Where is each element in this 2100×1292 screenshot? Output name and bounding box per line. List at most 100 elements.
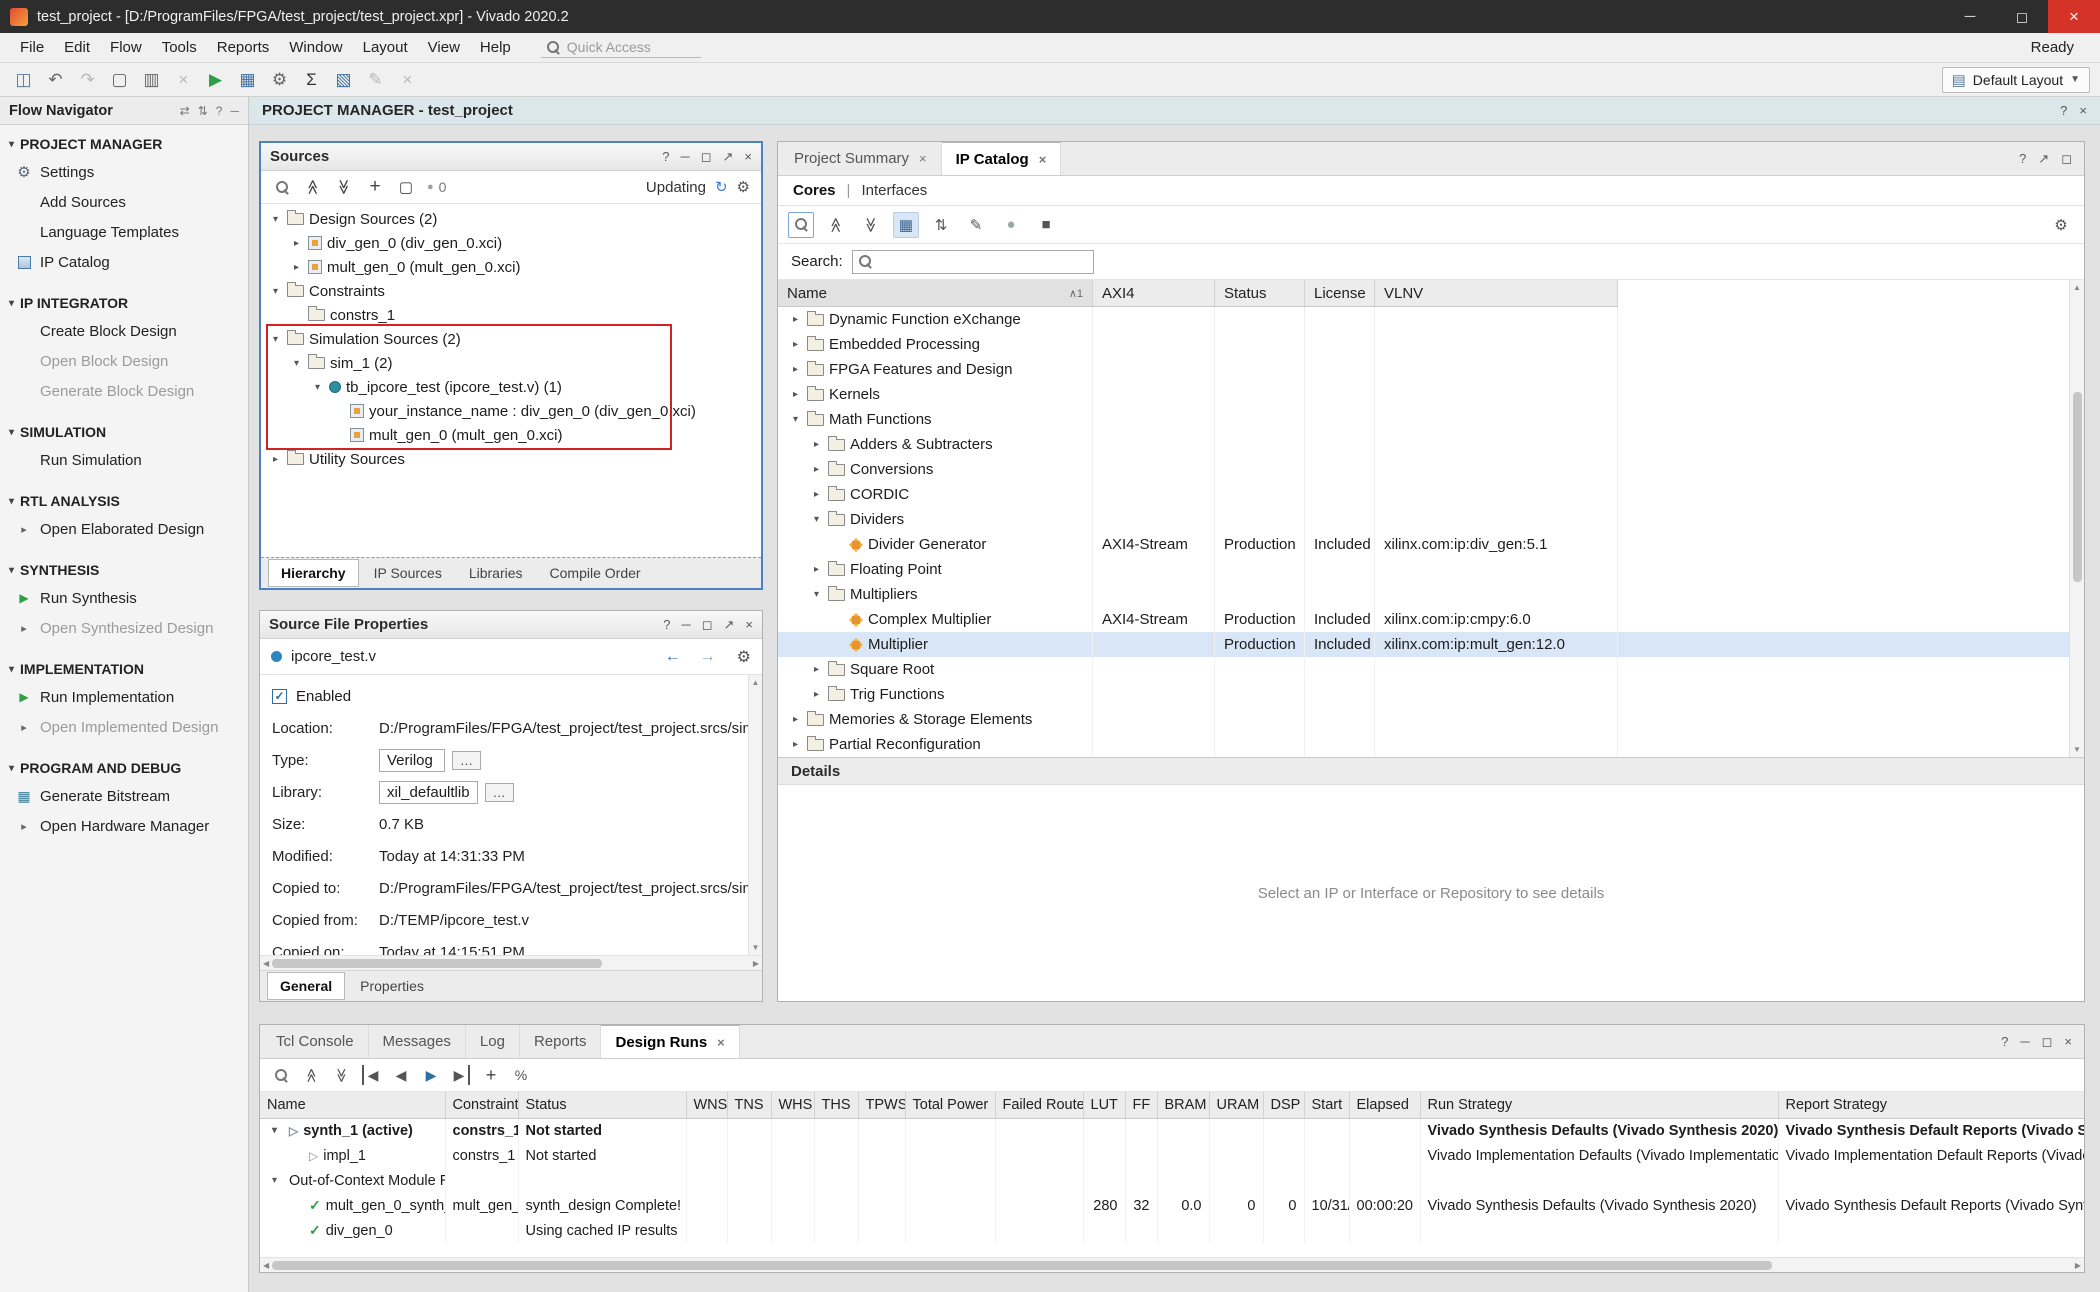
column-header-uram[interactable]: URAM	[1209, 1092, 1263, 1118]
scroll-left-icon[interactable]: ◀	[263, 1261, 269, 1270]
chevron-right-icon[interactable]: ▸	[789, 714, 802, 725]
tree-item-utility-sources[interactable]: ▸Utility Sources	[269, 447, 761, 471]
column-header-elapsed[interactable]: Elapsed	[1349, 1092, 1420, 1118]
tab-tcl-console[interactable]: Tcl Console	[262, 1025, 369, 1058]
delete-icon[interactable]: ×	[170, 66, 197, 93]
chevron-down-icon[interactable]: ▾	[290, 358, 303, 369]
flownav-section-header-implementation[interactable]: ▾IMPLEMENTATION	[0, 656, 248, 682]
catalog-row-trig-functions[interactable]: ▸Trig Functions	[778, 682, 2084, 707]
column-header-start[interactable]: Start	[1304, 1092, 1349, 1118]
close-icon[interactable]: ×	[2079, 103, 2087, 118]
flownav-item-open-implemented-design[interactable]: ▸Open Implemented Design	[0, 712, 248, 742]
tab-ip-catalog[interactable]: IP Catalog×	[942, 142, 1062, 175]
help-icon[interactable]: ?	[662, 149, 669, 164]
help-icon[interactable]: ?	[2001, 1034, 2008, 1049]
catalog-row-square-root[interactable]: ▸Square Root	[778, 657, 2084, 682]
search-icon[interactable]	[788, 212, 814, 238]
search-icon[interactable]	[272, 1065, 290, 1085]
tab-design-runs[interactable]: Design Runs×	[601, 1025, 739, 1058]
chevron-right-icon[interactable]: ▸	[810, 564, 823, 575]
property-input-type[interactable]: Verilog	[379, 749, 445, 772]
expand-all-icon[interactable]: ≫	[332, 1065, 350, 1085]
scroll-up-icon[interactable]: ▲	[2073, 283, 2081, 292]
gear-icon[interactable]: ⚙	[737, 647, 751, 667]
chevron-down-icon[interactable]: ▾	[311, 382, 324, 393]
sfp-vertical-scrollbar[interactable]: ▲ ▼	[748, 675, 762, 955]
flownav-item-ip-catalog[interactable]: IP Catalog	[0, 247, 248, 277]
save-icon[interactable]: ◫	[10, 66, 37, 93]
close-icon[interactable]: ×	[1039, 152, 1047, 167]
column-header-failed-routes[interactable]: Failed Routes	[995, 1092, 1083, 1118]
last-run-icon[interactable]: ▶	[452, 1065, 470, 1085]
chevron-down-icon[interactable]: ▾	[269, 286, 282, 297]
flownav-item-settings[interactable]: ⚙Settings	[0, 157, 248, 187]
catalog-row-complex-multiplier[interactable]: Complex MultiplierAXI4-StreamProductionI…	[778, 607, 2084, 632]
tree-item-your-instance-name-div-gen-0-div-gen-0-xci[interactable]: your_instance_name : div_gen_0 (div_gen_…	[332, 399, 761, 423]
maximize-icon[interactable]: ◻	[2042, 1034, 2053, 1050]
collapse-all-icon[interactable]: ≪	[823, 212, 849, 238]
chevron-right-icon[interactable]: ▸	[810, 664, 823, 675]
menu-file[interactable]: File	[10, 36, 54, 59]
catalog-row-adders-subtracters[interactable]: ▸Adders & Subtracters	[778, 432, 2084, 457]
column-header-name[interactable]: Name∧1	[778, 280, 1093, 306]
browse-button[interactable]: …	[485, 783, 514, 802]
chevron-right-icon[interactable]: ▸	[810, 464, 823, 475]
minimize-icon[interactable]: ─	[681, 617, 690, 632]
tab-log[interactable]: Log	[466, 1025, 520, 1058]
column-header-whs[interactable]: WHS	[771, 1092, 814, 1118]
close-icon[interactable]: ×	[919, 151, 927, 166]
report-icon[interactable]: ▢	[396, 177, 416, 197]
scroll-down-icon[interactable]: ▼	[2073, 745, 2081, 754]
flownav-item-run-simulation[interactable]: Run Simulation	[0, 445, 248, 475]
status-circle-icon[interactable]: ●	[998, 212, 1024, 238]
tab-messages[interactable]: Messages	[369, 1025, 466, 1058]
maximize-icon[interactable]: ◻	[701, 149, 712, 164]
maximize-icon[interactable]: ◻	[2061, 151, 2072, 167]
run-row-out-of-context-module-runs[interactable]: ▾Out-of-Context Module Runs	[260, 1168, 2084, 1193]
column-header-vlnv[interactable]: VLNV	[1375, 280, 1618, 306]
menu-view[interactable]: View	[418, 36, 470, 59]
tab-hierarchy[interactable]: Hierarchy	[268, 559, 359, 587]
flownav-item-open-elaborated-design[interactable]: ▸Open Elaborated Design	[0, 514, 248, 544]
close-icon[interactable]: ×	[717, 1035, 725, 1050]
property-input-library[interactable]: xil_defaultlib	[379, 781, 478, 804]
close-icon[interactable]: ×	[744, 149, 752, 164]
flownav-item-open-block-design[interactable]: Open Block Design	[0, 346, 248, 376]
catalog-row-multipliers[interactable]: ▾Multipliers	[778, 582, 2084, 607]
create-run-icon[interactable]: +	[482, 1065, 500, 1085]
flownav-item-run-synthesis[interactable]: ▶Run Synthesis	[0, 583, 248, 613]
menu-edit[interactable]: Edit	[54, 36, 100, 59]
flownav-item-create-block-design[interactable]: Create Block Design	[0, 316, 248, 346]
minimize-icon[interactable]: ─	[680, 149, 689, 164]
flownav-item-run-implementation[interactable]: ▶Run Implementation	[0, 682, 248, 712]
flownav-item-open-synthesized-design[interactable]: ▸Open Synthesized Design	[0, 613, 248, 643]
chevron-right-icon[interactable]: ▸	[789, 364, 802, 375]
chevron-right-icon[interactable]: ▸	[810, 689, 823, 700]
chevron-down-icon[interactable]: ▾	[269, 334, 282, 345]
chevron-right-icon[interactable]: ▸	[290, 262, 303, 273]
expand-all-icon[interactable]: ≫	[858, 212, 884, 238]
menu-reports[interactable]: Reports	[207, 36, 280, 59]
back-arrow-icon[interactable]: ←	[665, 648, 681, 666]
resize-icon[interactable]: ⇅	[198, 104, 208, 118]
tab-project-summary[interactable]: Project Summary×	[780, 142, 942, 175]
redo-icon[interactable]: ↷	[74, 66, 101, 93]
flownav-section-header-rtl-analysis[interactable]: ▾RTL ANALYSIS	[0, 488, 248, 514]
column-header-axi4[interactable]: AXI4	[1093, 280, 1215, 306]
forward-arrow-icon[interactable]: →	[700, 648, 716, 666]
tab-ip-sources[interactable]: IP Sources	[362, 560, 454, 586]
scroll-right-icon[interactable]: ▶	[753, 959, 759, 968]
column-header-run-strategy[interactable]: Run Strategy	[1420, 1092, 1778, 1118]
run-row-impl-1[interactable]: ▷impl_1constrs_1Not startedVivado Implem…	[260, 1143, 2084, 1168]
layout-selector[interactable]: ▤ Default Layout ▼	[1942, 67, 2090, 93]
group-view-icon[interactable]: ▦	[893, 212, 919, 238]
column-header-total-power[interactable]: Total Power	[905, 1092, 995, 1118]
flownav-item-open-hardware-manager[interactable]: ▸Open Hardware Manager	[0, 811, 248, 841]
chevron-right-icon[interactable]: ▸	[810, 489, 823, 500]
tree-item-mult-gen-0-mult-gen-0-xci[interactable]: ▸mult_gen_0 (mult_gen_0.xci)	[290, 255, 761, 279]
flownav-section-header-synthesis[interactable]: ▾SYNTHESIS	[0, 557, 248, 583]
tree-item-tb-ipcore-test-ipcore-test-v-1[interactable]: ▾tb_ipcore_test (ipcore_test.v) (1)	[311, 375, 761, 399]
flownav-item-add-sources[interactable]: Add Sources	[0, 187, 248, 217]
column-header-status[interactable]: Status	[518, 1092, 686, 1118]
float-icon[interactable]: ↗	[724, 617, 735, 632]
